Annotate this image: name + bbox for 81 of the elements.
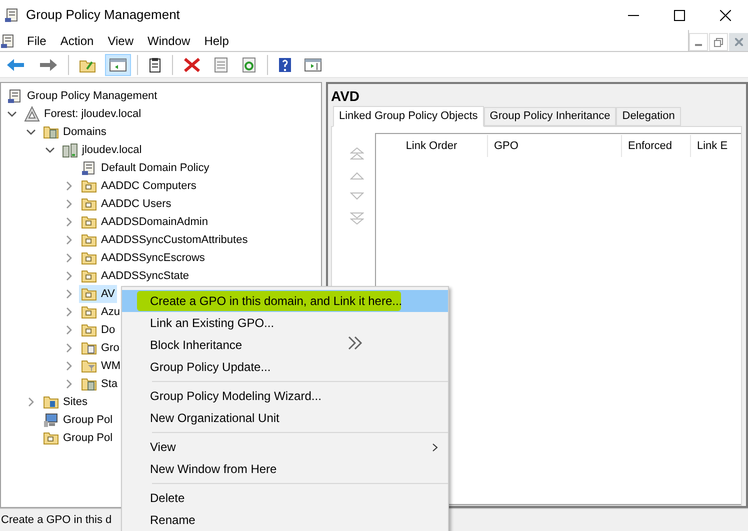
folder-icon <box>43 430 59 446</box>
tree-item[interactable]: AADDC Users <box>79 195 174 213</box>
menu-item[interactable]: Window <box>140 32 198 50</box>
move-bottom-icon[interactable] <box>350 212 364 225</box>
details-heading: AVD <box>331 87 361 104</box>
menu-option[interactable]: Link an Existing GPO... <box>122 312 448 334</box>
tree-item[interactable]: AADDSSyncState <box>79 267 192 285</box>
folder-icon <box>81 232 97 248</box>
folder-icon <box>81 196 97 212</box>
tree-item[interactable]: AADDSSyncEscrows <box>79 249 207 267</box>
menu-option[interactable]: Rename <box>122 509 448 531</box>
folder-icon <box>81 178 97 194</box>
folder-icon <box>81 376 97 392</box>
status-text: Create a GPO in this d <box>0 512 112 528</box>
folder-icon <box>81 358 97 374</box>
menu-option[interactable]: Block Inheritance <box>122 334 448 356</box>
tree-item[interactable]: Group Policy Management <box>5 87 160 105</box>
forest-triangle-icon <box>24 106 40 122</box>
tree-item[interactable]: Domains <box>41 123 108 141</box>
menu-option[interactable]: Create a GPO in this domain, and Link it here... <box>122 290 448 312</box>
tree-item[interactable]: AADDSDomainAdmin <box>79 213 210 231</box>
move-up-icon[interactable] <box>350 172 364 180</box>
folder-icon <box>81 214 97 230</box>
tab[interactable]: Group Policy Inheritance <box>484 107 616 126</box>
menu-option[interactable]: View <box>122 436 448 458</box>
mdi-close-button[interactable] <box>729 33 748 51</box>
tree-item[interactable]: Sta <box>79 375 120 393</box>
tree-item[interactable]: Default Domain Policy <box>79 159 212 177</box>
folder-icon <box>81 304 97 320</box>
mdi-restore-button[interactable] <box>709 33 728 51</box>
menu-item[interactable]: Help <box>197 32 236 50</box>
tree-item[interactable]: AADDC Computers <box>79 177 198 195</box>
app-icon <box>4 7 20 23</box>
column-header[interactable]: GPO <box>488 135 622 157</box>
tab[interactable]: Linked Group Policy Objects <box>333 106 484 127</box>
menu-app-icon <box>0 32 16 48</box>
tab[interactable]: Delegation <box>616 107 681 126</box>
tree-item[interactable]: AADDSSyncCustomAttributes <box>79 231 250 249</box>
tree-item[interactable]: Gro <box>79 339 122 357</box>
computer-icon <box>43 412 59 428</box>
domain-server-icon <box>62 142 78 158</box>
folder-icon <box>81 322 97 338</box>
tree-item[interactable]: Group Pol <box>41 411 115 429</box>
tree-pane-icon[interactable] <box>105 54 131 76</box>
folder-icon <box>81 286 97 302</box>
menu-option[interactable]: New Organizational Unit <box>122 407 448 429</box>
restore-icon <box>714 38 723 46</box>
tree-item[interactable]: WM <box>79 357 123 375</box>
maximize-icon <box>674 10 684 20</box>
folder-icon <box>81 250 97 266</box>
tree-item[interactable]: Do <box>79 321 118 339</box>
menu-item[interactable]: View <box>100 32 140 50</box>
tree-item[interactable]: Sites <box>41 393 90 411</box>
menu-option[interactable]: Delete <box>122 487 448 509</box>
column-header[interactable]: Link Order <box>376 135 488 157</box>
menu-option[interactable]: Group Policy Update... <box>122 356 448 378</box>
minimize-icon <box>695 44 702 46</box>
tree-item[interactable]: Azu <box>79 303 122 321</box>
tree-item[interactable]: AV <box>79 285 117 303</box>
tree-item[interactable]: Forest: jloudev.local <box>22 105 144 123</box>
domains-folder-icon <box>43 124 59 140</box>
window-title: Group Policy Management <box>26 6 180 24</box>
folder-icon <box>81 268 97 284</box>
double-chevron-icon <box>347 335 363 351</box>
move-top-icon[interactable] <box>350 147 364 160</box>
tree-item[interactable]: Group Pol <box>41 429 115 447</box>
close-icon <box>734 38 742 46</box>
console-scroll-icon <box>7 88 23 104</box>
sites-folder-icon <box>43 394 59 410</box>
menu-item[interactable]: Action <box>53 32 101 50</box>
menu-item[interactable]: File <box>20 32 54 50</box>
menu-option[interactable]: New Window from Here <box>122 458 448 480</box>
column-header[interactable]: Link E <box>691 135 741 157</box>
close-icon <box>720 10 730 20</box>
folder-icon <box>81 340 97 356</box>
column-header[interactable]: Enforced <box>622 135 691 157</box>
tree-item[interactable]: jloudev.local <box>60 141 144 159</box>
menu-option[interactable]: Group Policy Modeling Wizard... <box>122 385 448 407</box>
mdi-minimize-button[interactable] <box>689 33 708 51</box>
policy-link-icon <box>81 160 97 176</box>
move-down-icon[interactable] <box>350 192 364 200</box>
